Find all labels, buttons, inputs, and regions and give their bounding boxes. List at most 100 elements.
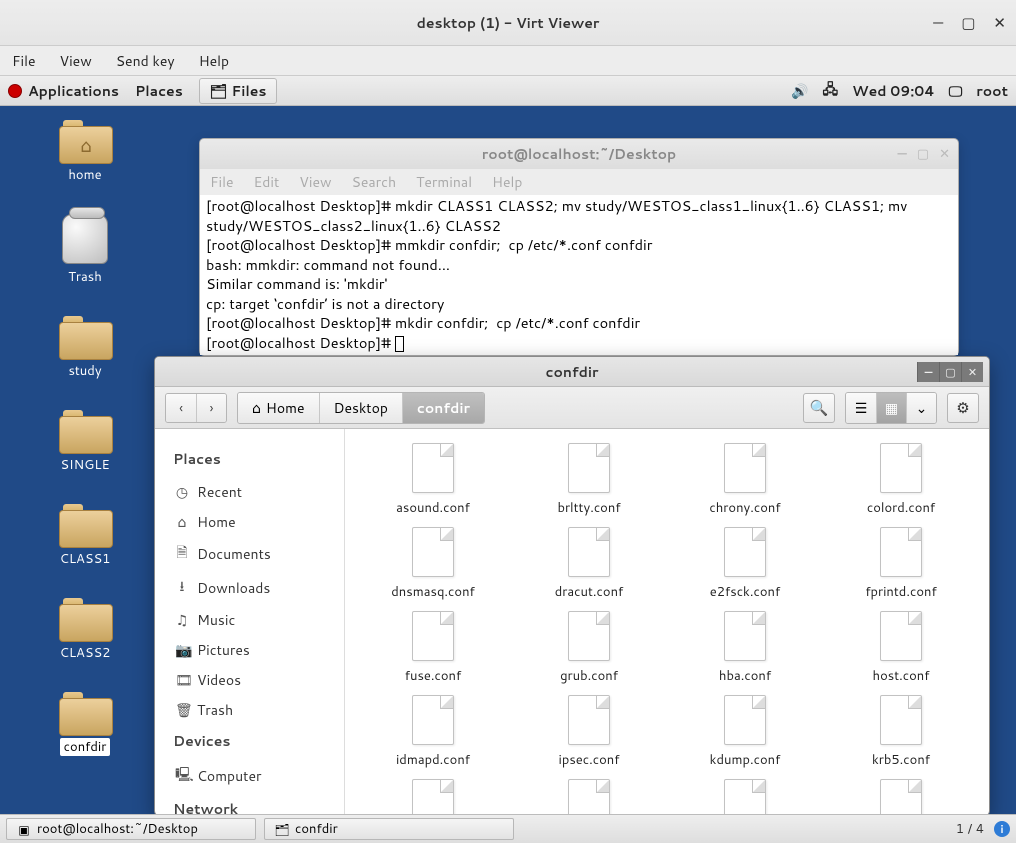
sidebar-item-pictures[interactable]: 📷Pictures [173, 635, 334, 665]
terminal-menu-terminal[interactable]: Terminal [416, 172, 472, 192]
desktop-icon-class2[interactable]: CLASS2 [40, 598, 130, 662]
sidebar-item-downloads[interactable]: ⭳Downloads [173, 571, 334, 605]
file-item[interactable]: dnsmasq.conf [365, 527, 501, 601]
file-item[interactable]: grub.conf [521, 611, 657, 685]
desktop-icon-study[interactable]: study [40, 316, 130, 380]
maximize-icon[interactable]: ▢ [917, 145, 929, 163]
maximize-icon[interactable]: ▢ [939, 362, 961, 382]
desktop-icon-single[interactable]: SINGLE [40, 410, 130, 474]
crumb-desktop[interactable]: Desktop [319, 393, 402, 423]
taskbar-item-label: root@localhost:~/Desktop [37, 820, 198, 838]
view-grid-button[interactable]: ▦ [876, 393, 906, 423]
menu-help[interactable]: Help [199, 51, 229, 71]
file-item[interactable]: colord.conf [833, 443, 969, 517]
maximize-icon[interactable]: ▢ [961, 12, 975, 33]
desktop-icon-home[interactable]: home [40, 120, 130, 184]
close-icon[interactable]: ✕ [939, 145, 950, 163]
files-titlebar[interactable]: confdir — ▢ ✕ [155, 357, 989, 387]
view-dropdown-button[interactable]: ⌄ [906, 393, 936, 423]
file-item[interactable]: krb5.conf [833, 695, 969, 769]
menu-view[interactable]: View [60, 51, 92, 71]
sidebar-item-music[interactable]: ♫Music [173, 605, 334, 635]
places-menu[interactable]: Places [135, 81, 183, 101]
taskbar-item-files[interactable]: 🗂confdir [264, 818, 514, 840]
volume-icon[interactable]: 🔊 [791, 81, 808, 101]
file-item[interactable]: e2fsck.conf [677, 527, 813, 601]
files-app-button[interactable]: 🗂 Files [199, 78, 278, 104]
files-sidebar: Places ◷Recent ⌂Home 🗎Documents ⭳Downloa… [155, 429, 345, 814]
file-icon [880, 695, 922, 745]
file-item[interactable]: fuse.conf [365, 611, 501, 685]
file-item[interactable]: fprintd.conf [833, 527, 969, 601]
gear-icon: ⚙ [956, 397, 969, 418]
crumb-home[interactable]: ⌂Home [238, 393, 319, 423]
crumb-label: Home [266, 398, 305, 418]
minimize-icon[interactable]: — [933, 12, 943, 33]
files-window[interactable]: confdir — ▢ ✕ ‹ › ⌂Home Desktop confdir … [154, 356, 990, 814]
file-item[interactable]: chrony.conf [677, 443, 813, 517]
nav-forward-button[interactable]: › [196, 394, 226, 422]
file-item[interactable] [521, 779, 657, 814]
network-icon[interactable]: 🖧 [822, 79, 838, 103]
desktop-icon-trash[interactable]: Trash [40, 214, 130, 286]
menu-sendkey[interactable]: Send key [116, 51, 175, 71]
terminal-line: Similar command is: 'mkdir' [206, 273, 387, 294]
sidebar-item-home[interactable]: ⌂Home [173, 507, 334, 537]
terminal-body[interactable]: [root@localhost Desktop]# mkdir CLASS1 C… [200, 195, 958, 355]
files-app-label: Files [232, 81, 267, 101]
file-label: ipsec.conf [559, 751, 620, 769]
terminal-menu-search[interactable]: Search [352, 172, 397, 192]
file-item[interactable]: ipsec.conf [521, 695, 657, 769]
sidebar-item-label: Computer [197, 766, 261, 786]
file-item[interactable] [677, 779, 813, 814]
desktop-area[interactable]: home Trash study SINGLE CLASS1 CLASS2 co… [0, 106, 1016, 814]
sidebar-item-trash[interactable]: 🗑Trash [173, 695, 334, 725]
file-grid[interactable]: asound.conf brltty.conf chrony.conf colo… [345, 429, 989, 814]
terminal-window[interactable]: root@localhost:~/Desktop — ▢ ✕ File Edit… [199, 138, 959, 356]
file-item[interactable]: dracut.conf [521, 527, 657, 601]
settings-button[interactable]: ⚙ [947, 393, 979, 423]
gnome-distro-icon[interactable] [8, 84, 22, 98]
workspace-indicator[interactable]: 1 / 4 [956, 820, 984, 838]
user-label[interactable]: root [976, 81, 1008, 101]
music-icon: ♫ [175, 610, 189, 630]
close-icon[interactable]: ✕ [961, 362, 983, 382]
file-item[interactable]: asound.conf [365, 443, 501, 517]
sidebar-item-videos[interactable]: 🎞Videos [173, 665, 334, 695]
terminal-titlebar[interactable]: root@localhost:~/Desktop — ▢ ✕ [200, 139, 958, 169]
minimize-icon[interactable]: — [897, 145, 906, 163]
applications-menu[interactable]: Applications [28, 81, 119, 101]
file-item[interactable]: kdump.conf [677, 695, 813, 769]
battery-icon[interactable]: 🖵 [949, 81, 963, 101]
file-item[interactable]: idmapd.conf [365, 695, 501, 769]
search-button[interactable]: 🔍 [803, 393, 835, 423]
desktop-icon-class1[interactable]: CLASS1 [40, 504, 130, 568]
minimize-icon[interactable]: — [917, 362, 939, 382]
crumb-confdir[interactable]: confdir [402, 393, 484, 423]
path-bar: ⌂Home Desktop confdir [237, 392, 485, 424]
terminal-menu-edit[interactable]: Edit [254, 172, 280, 192]
taskbar-item-terminal[interactable]: ▣root@localhost:~/Desktop [6, 818, 256, 840]
file-item[interactable]: host.conf [833, 611, 969, 685]
file-item[interactable] [833, 779, 969, 814]
menu-file[interactable]: File [12, 51, 36, 71]
file-item[interactable]: brltty.conf [521, 443, 657, 517]
view-list-button[interactable]: ☰ [846, 393, 876, 423]
nav-back-button[interactable]: ‹ [166, 394, 196, 422]
desktop-icon-confdir[interactable]: confdir [40, 692, 130, 756]
file-item[interactable]: hba.conf [677, 611, 813, 685]
sidebar-item-label: Videos [197, 670, 241, 690]
info-icon[interactable]: i [994, 821, 1010, 837]
close-icon[interactable]: ✕ [993, 12, 1006, 33]
file-icon [568, 779, 610, 814]
sidebar-item-computer[interactable]: 🖳Computer [173, 759, 334, 793]
sidebar-item-documents[interactable]: 🗎Documents [173, 537, 334, 571]
terminal-menu-view[interactable]: View [299, 172, 331, 192]
terminal-menu-file[interactable]: File [210, 172, 234, 192]
file-item[interactable] [365, 779, 501, 814]
file-label: brltty.conf [557, 499, 620, 517]
sidebar-item-recent[interactable]: ◷Recent [173, 477, 334, 507]
file-icon [412, 695, 454, 745]
clock-label[interactable]: Wed 09:04 [852, 81, 935, 101]
terminal-menu-help[interactable]: Help [492, 172, 522, 192]
